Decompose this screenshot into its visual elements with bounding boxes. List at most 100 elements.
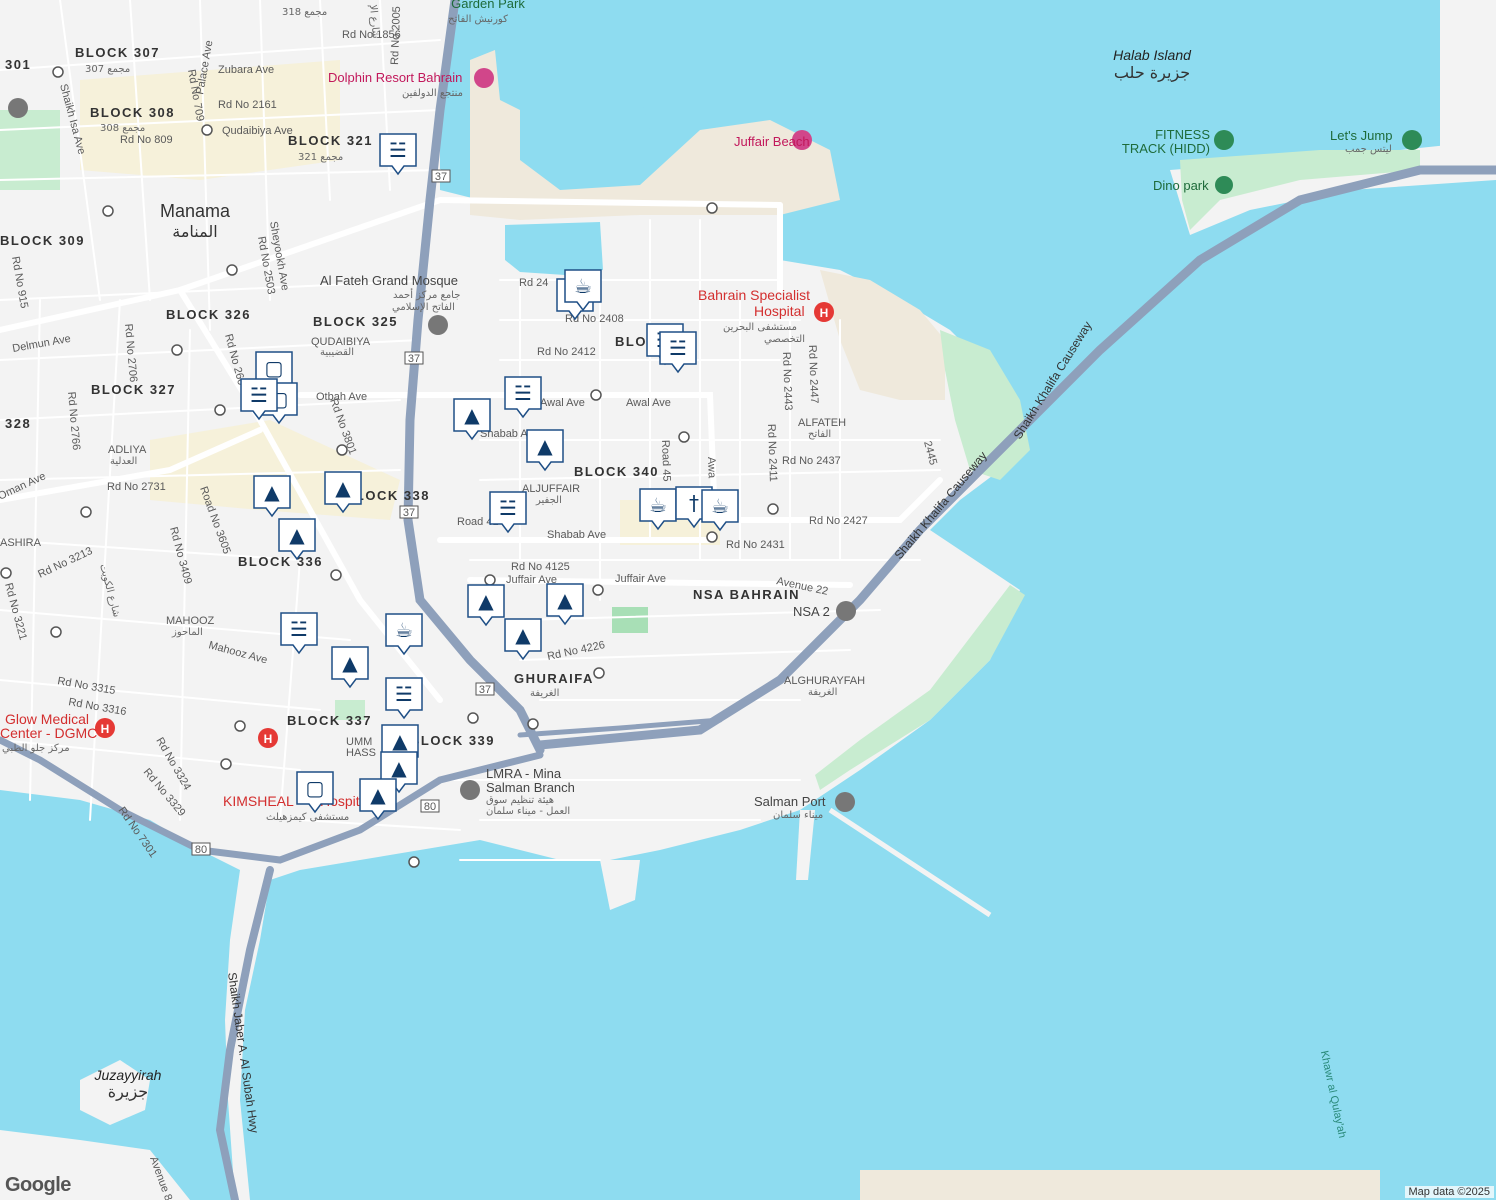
cart-icon: ☱ xyxy=(250,383,268,407)
svg-text:الجفير: الجفير xyxy=(535,495,562,506)
school-icon: ▲ xyxy=(464,403,480,427)
bus-stop-icon xyxy=(330,569,342,581)
food-icon: † xyxy=(689,491,699,515)
coffee-icon: ☕ xyxy=(395,618,413,642)
map-canvas[interactable]: 37 37 37 37 80 80 H H H Manama المنامة H… xyxy=(0,0,1496,1200)
bus-stop-icon xyxy=(220,758,232,770)
school-icon: ▲ xyxy=(478,589,494,613)
svg-text:Hospital: Hospital xyxy=(754,303,805,319)
block-label: GHURAIFA xyxy=(514,671,594,686)
bus-stop-icon xyxy=(171,344,183,356)
svg-text:جامع مركز أحمد: جامع مركز أحمد xyxy=(393,288,460,301)
bus-stop-icon xyxy=(80,506,92,518)
block-label: BLOCK 309 xyxy=(0,233,85,248)
mosque-icon[interactable] xyxy=(428,315,448,335)
svg-text:هيئة تنظيم سوق: هيئة تنظيم سوق xyxy=(486,795,554,806)
svg-text:Otbah Ave: Otbah Ave xyxy=(316,391,367,403)
bag-icon: ▢ xyxy=(265,356,284,380)
svg-text:MAHOOZ: MAHOOZ xyxy=(166,615,215,627)
island-label-juzayyirah: Juzayyirah xyxy=(94,1067,162,1083)
svg-text:Juffair Beach: Juffair Beach xyxy=(734,134,810,149)
bus-stop-icon xyxy=(484,574,496,586)
park-icon[interactable] xyxy=(1402,130,1422,150)
city-label-ar: المنامة xyxy=(172,222,217,241)
school-icon: ▲ xyxy=(537,434,553,458)
hwy-37-shield-a: 37 xyxy=(435,171,447,183)
block-label: BLOCK 327 xyxy=(91,382,176,397)
map-attribution[interactable]: Map data ©2025 xyxy=(1404,1186,1494,1198)
block-label: BLOCK 340 xyxy=(574,464,659,479)
svg-text:Rd No 2731: Rd No 2731 xyxy=(107,481,166,493)
svg-text:الغريفة: الغريفة xyxy=(808,687,837,698)
svg-text:NSA 2: NSA 2 xyxy=(793,604,830,619)
svg-text:Rd No 4125: Rd No 4125 xyxy=(511,561,570,573)
building-icon[interactable] xyxy=(460,780,480,800)
svg-text:Rd No 2411: Rd No 2411 xyxy=(765,424,779,482)
block-label-ar: 308 مجمع xyxy=(100,123,145,134)
svg-text:العدلية: العدلية xyxy=(110,456,137,467)
svg-text:ليتس جمب: ليتس جمب xyxy=(1345,144,1392,155)
google-logo: Google xyxy=(5,1174,71,1196)
svg-text:Awal Ave: Awal Ave xyxy=(626,397,671,409)
block-label-ar: 307 مجمع xyxy=(85,64,130,75)
svg-text:Rd 24: Rd 24 xyxy=(519,277,548,289)
bus-stop-icon xyxy=(50,626,62,638)
block-label: NSA BAHRAIN xyxy=(693,587,800,602)
bus-stop-icon xyxy=(52,66,64,78)
svg-text:Dolphin Resort Bahrain: Dolphin Resort Bahrain xyxy=(328,70,462,85)
tree-icon[interactable] xyxy=(1215,176,1233,194)
block-label-ar: 318 مجمع xyxy=(282,7,327,18)
svg-text:Bahrain Specialist: Bahrain Specialist xyxy=(698,287,810,303)
bus-stop-icon xyxy=(593,667,605,679)
svg-text:Juffair Ave: Juffair Ave xyxy=(615,573,666,585)
cart-icon: ☱ xyxy=(395,682,413,706)
svg-text:القضيبية: القضيبية xyxy=(320,347,354,358)
block-label: BLOCK 308 xyxy=(90,105,175,120)
school-icon: ▲ xyxy=(342,651,358,675)
land-hidd-top xyxy=(1440,0,1496,150)
block-label-ar: الغريفة xyxy=(530,688,559,699)
svg-text:مركز جلو الطبي: مركز جلو الطبي xyxy=(2,743,70,754)
svg-text:Awal Ave: Awal Ave xyxy=(540,397,585,409)
school-icon: ▲ xyxy=(335,476,351,500)
svg-text:الفاتح الإسلامي: الفاتح الإسلامي xyxy=(392,302,455,313)
city-label: Manama xyxy=(160,201,231,221)
bus-stop-icon xyxy=(678,431,690,443)
coffee-icon: ☕ xyxy=(574,274,592,298)
block-label: BLOCK 321 xyxy=(288,133,373,148)
svg-text:التخصصي: التخصصي xyxy=(764,334,805,345)
building-icon[interactable] xyxy=(836,601,856,621)
bus-stop-icon xyxy=(408,856,420,868)
sand-south xyxy=(860,1170,1380,1200)
svg-text:مستشفى البحرين: مستشفى البحرين xyxy=(723,322,797,333)
svg-text:Dino park: Dino park xyxy=(1153,178,1209,193)
block-label: BLO xyxy=(615,334,647,349)
school-icon: ▲ xyxy=(264,480,280,504)
svg-text:Zubara Ave: Zubara Ave xyxy=(218,64,274,76)
svg-text:Rd No 2412: Rd No 2412 xyxy=(537,346,596,358)
bus-stop-icon xyxy=(767,503,779,515)
svg-text:الماحوز: الماحوز xyxy=(171,627,203,638)
bus-stop-icon xyxy=(706,531,718,543)
camera-icon[interactable] xyxy=(474,68,494,88)
fitness-icon[interactable] xyxy=(1214,130,1234,150)
school-icon: ▲ xyxy=(289,523,305,547)
cart-icon: ☱ xyxy=(389,138,407,162)
coffee-icon: ☕ xyxy=(711,494,729,518)
svg-text:TRACK (HIDD): TRACK (HIDD) xyxy=(1122,141,1210,156)
bus-stop-icon xyxy=(0,567,12,579)
svg-text:Rd No 2161: Rd No 2161 xyxy=(218,99,277,111)
bus-stop-icon xyxy=(234,720,246,732)
church-icon[interactable] xyxy=(8,98,28,118)
island-label-halab: Halab Island xyxy=(1113,47,1192,63)
hwy-37-shield-c: 37 xyxy=(403,507,415,519)
hwy-80-shield-b: 80 xyxy=(195,844,207,856)
island-label-juzayyirah-ar: جزيرة xyxy=(108,1082,148,1102)
block-label: BLOCK 336 xyxy=(238,554,323,569)
svg-text:Salman Port: Salman Port xyxy=(754,794,826,809)
svg-text:ASHIRA: ASHIRA xyxy=(0,537,42,549)
svg-text:Rd No 809: Rd No 809 xyxy=(120,134,173,146)
svg-text:العمل - ميناء سلمان: العمل - ميناء سلمان xyxy=(486,806,570,817)
svg-text:FITNESS: FITNESS xyxy=(1155,127,1210,142)
building-icon[interactable] xyxy=(835,792,855,812)
